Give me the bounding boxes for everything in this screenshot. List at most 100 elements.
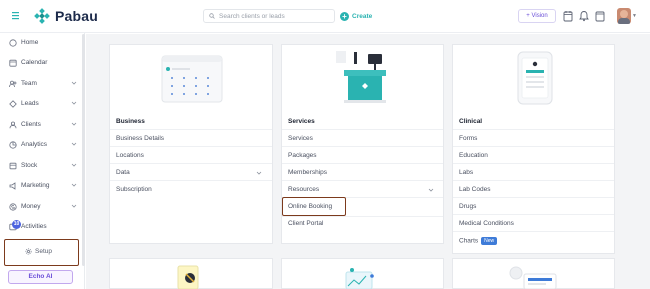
team-icon (9, 80, 17, 88)
leads-icon (9, 100, 17, 108)
link-locations[interactable]: Locations (116, 152, 144, 159)
divider (453, 214, 614, 215)
sidebar-item-home[interactable]: Home (0, 33, 82, 53)
divider (110, 180, 272, 181)
chevron-down-icon (71, 142, 77, 146)
sidebar-scrollbar[interactable] (82, 34, 85, 266)
link-data[interactable]: Data (116, 169, 130, 176)
link-charts[interactable]: Charts New (459, 237, 498, 245)
sidebar-item-clients[interactable]: Clients (0, 115, 82, 135)
link-online-booking[interactable]: Online Booking (288, 203, 332, 210)
divider (282, 216, 443, 217)
chevron-down-icon (71, 122, 77, 126)
divider (282, 180, 443, 181)
divider (453, 231, 614, 232)
link-lab-codes[interactable]: Lab Codes (459, 186, 490, 193)
create-button[interactable]: + Create (340, 9, 372, 23)
divider (282, 146, 443, 147)
clinical-card-title: Clinical (459, 118, 483, 125)
calendar-icon (9, 59, 17, 67)
sidebar-item-team[interactable]: Team (0, 74, 82, 94)
link-subscription[interactable]: Subscription (116, 186, 152, 193)
business-illustration (161, 55, 223, 103)
link-business-details[interactable]: Business Details (116, 135, 164, 142)
sidebar-item-label: Marketing (21, 182, 50, 189)
row2-illustration-2 (345, 268, 374, 289)
services-card-title: Services (288, 118, 315, 125)
menu-toggle-icon[interactable] (12, 11, 20, 20)
sidebar-item-stock[interactable]: Stock (0, 156, 82, 176)
divider (110, 163, 272, 164)
app-name[interactable]: Pabau (55, 8, 98, 24)
home-icon (9, 39, 17, 47)
divider (282, 163, 443, 164)
chevron-down-icon (71, 81, 77, 85)
sidebar-item-label: Analytics (21, 141, 48, 148)
sidebar-item-label: Home (21, 39, 39, 46)
inbox-icon[interactable] (595, 10, 605, 22)
sidebar-item-label: Team (21, 80, 37, 87)
divider (110, 146, 272, 147)
link-charts-label: Charts (459, 237, 479, 245)
chevron-down-icon (71, 204, 77, 208)
echo-ai-button[interactable]: Echo AI (8, 270, 73, 284)
chevron-down-icon (71, 163, 77, 167)
money-icon (9, 203, 17, 211)
vision-button[interactable]: + Vision (518, 9, 556, 23)
gear-icon (25, 248, 32, 255)
divider (453, 197, 614, 198)
sidebar-item-label: Activities (21, 223, 47, 230)
link-medical-conditions[interactable]: Medical Conditions (459, 220, 514, 227)
analytics-icon (9, 141, 17, 149)
sidebar-item-label: Stock (21, 162, 38, 169)
link-drugs[interactable]: Drugs (459, 203, 476, 210)
clinical-illustration (517, 51, 553, 105)
search-bar[interactable] (203, 9, 335, 23)
create-label: Create (352, 12, 373, 20)
link-forms[interactable]: Forms (459, 135, 477, 142)
bell-icon[interactable] (579, 10, 589, 22)
sidebar-item-label: Calendar (21, 59, 48, 66)
activities-count-badge: 10 (12, 220, 21, 229)
link-education[interactable]: Education (459, 152, 488, 159)
row2-illustration-1 (177, 265, 199, 289)
plus-icon: + (340, 11, 349, 21)
sidebar-item-label: Leads (21, 100, 39, 107)
sidebar-item-setup[interactable]: Setup (4, 239, 79, 266)
setup-label: Setup (35, 248, 52, 255)
link-services[interactable]: Services (288, 135, 313, 142)
link-labs[interactable]: Labs (459, 169, 473, 176)
pabau-logo-icon (34, 8, 50, 24)
link-memberships[interactable]: Memberships (288, 169, 327, 176)
chevron-down-icon[interactable]: ▼ (632, 13, 637, 19)
sidebar-item-money[interactable]: Money (0, 197, 82, 217)
divider (453, 163, 614, 164)
top-bar: Pabau + Create + Vision ▼ (0, 0, 650, 33)
calendar-check-icon[interactable] (563, 10, 573, 22)
divider (453, 146, 614, 147)
divider (453, 180, 614, 181)
marketing-icon (9, 182, 16, 190)
divider (110, 129, 272, 130)
search-input[interactable] (219, 11, 331, 21)
link-client-portal[interactable]: Client Portal (288, 220, 323, 227)
divider (282, 129, 443, 130)
new-badge: New (481, 237, 498, 245)
chevron-down-icon[interactable] (256, 170, 262, 176)
chevron-down-icon (71, 183, 77, 187)
row2-illustration-3 (509, 266, 557, 289)
search-icon (209, 13, 215, 19)
link-resources[interactable]: Resources (288, 186, 319, 193)
sidebar-item-leads[interactable]: Leads (0, 94, 82, 114)
sidebar-item-analytics[interactable]: Analytics (0, 135, 82, 155)
sidebar-item-label: Money (21, 203, 41, 210)
divider (453, 129, 614, 130)
sidebar-item-label: Clients (21, 121, 41, 128)
services-illustration (336, 51, 386, 103)
link-packages[interactable]: Packages (288, 152, 317, 159)
clients-icon (9, 121, 17, 129)
sidebar-item-calendar[interactable]: Calendar (0, 53, 82, 73)
sidebar-item-marketing[interactable]: Marketing (0, 176, 82, 196)
user-avatar[interactable] (617, 8, 631, 24)
chevron-down-icon[interactable] (428, 187, 434, 193)
